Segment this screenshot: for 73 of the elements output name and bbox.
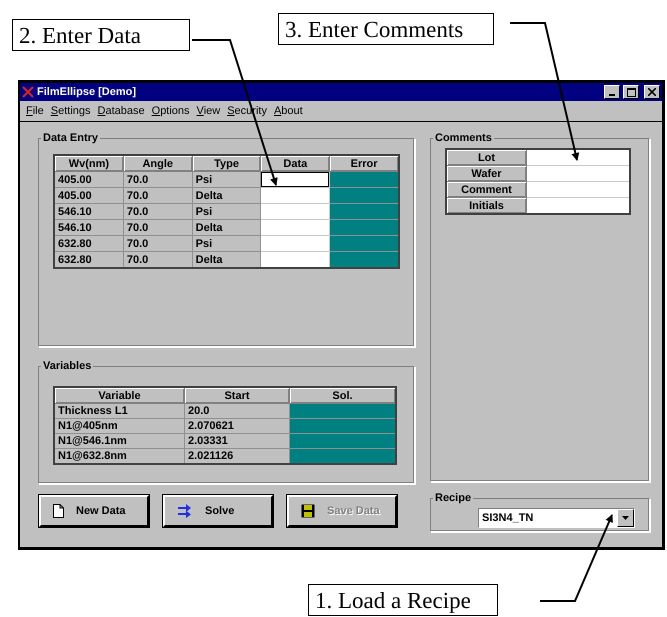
arrows-icon <box>177 504 193 518</box>
table-cell: Psi <box>192 236 261 252</box>
table-cell: 2.03331 <box>184 434 290 448</box>
error-cell <box>330 204 399 220</box>
dropdown-button[interactable] <box>617 509 634 527</box>
window-title: FilmEllipse [Demo] <box>37 86 138 98</box>
column-header: Error <box>330 155 399 172</box>
table-cell: Psi <box>192 204 261 220</box>
table-cell: Delta <box>192 188 261 204</box>
table-cell: Thickness L1 <box>54 404 184 418</box>
error-cell <box>330 220 399 236</box>
maximize-icon <box>626 88 636 96</box>
menu-item[interactable]: View <box>196 105 220 117</box>
floppy-icon <box>301 504 315 518</box>
column-header: Sol. <box>290 387 396 404</box>
group-title: Recipe <box>434 492 472 504</box>
group-title: Data Entry <box>42 132 100 144</box>
table-cell: 70.0 <box>123 204 192 220</box>
new-button[interactable]: New Data <box>39 495 149 527</box>
column-header: Variable <box>54 387 184 404</box>
column-header: Start <box>184 387 290 404</box>
close-icon <box>648 88 656 96</box>
annotation-label: 2. Enter Data <box>12 19 190 51</box>
data-field[interactable] <box>261 172 330 187</box>
table-cell: 632.80 <box>54 236 124 252</box>
caret-icon <box>622 516 629 520</box>
table-cell: N1@632.8nm <box>54 448 184 464</box>
app-icon <box>22 86 34 98</box>
group-title: Comments <box>434 132 493 144</box>
field-label: Lot <box>446 149 526 166</box>
table-cell: Delta <box>192 220 261 236</box>
column-header: Angle <box>123 155 192 172</box>
group-title: Variables <box>42 360 92 372</box>
table-cell: 405.00 <box>54 172 124 188</box>
error-cell <box>330 236 399 252</box>
error-cell <box>330 188 399 204</box>
field-label: Initials <box>446 198 526 214</box>
field-label: Wafer <box>446 166 526 182</box>
table-cell: 70.0 <box>123 236 192 252</box>
table-cell: 70.0 <box>123 188 192 204</box>
page-icon <box>53 504 64 518</box>
table-cell: N1@546.1nm <box>54 434 184 448</box>
maximize-button[interactable] <box>623 85 639 99</box>
table-cell: Psi <box>192 172 261 188</box>
table-cell: 2.021126 <box>184 448 290 464</box>
error-cell <box>330 172 399 188</box>
annotation-label: 1. Load a Recipe <box>308 584 498 616</box>
menu-item[interactable]: Options <box>152 105 190 117</box>
solve-button[interactable]: Solve <box>163 495 273 527</box>
minimize-button[interactable] <box>604 85 620 99</box>
error-cell <box>330 252 399 268</box>
column-header: Wv(nm) <box>54 155 124 172</box>
menu-item[interactable]: Database <box>98 105 145 117</box>
field-label: Comment <box>446 182 526 198</box>
table-cell: Delta <box>192 252 261 268</box>
table-cell: 546.10 <box>54 220 124 236</box>
menu-item[interactable]: About <box>274 105 303 117</box>
table-cell: 632.80 <box>54 252 124 268</box>
table-cell: 2.070621 <box>184 418 290 434</box>
annotation-label: 3. Enter Comments <box>278 13 494 45</box>
table-cell: 70.0 <box>123 220 192 236</box>
table-cell: 405.00 <box>54 188 124 204</box>
menu-item[interactable]: File <box>26 105 44 117</box>
table-cell: 20.0 <box>184 404 290 418</box>
recipe-dropdown[interactable]: SI3N4_TN <box>478 508 635 528</box>
table-cell: 70.0 <box>123 172 192 188</box>
column-header: Data <box>260 155 330 172</box>
menu-item[interactable]: Settings <box>50 105 91 117</box>
table-cell: 70.0 <box>123 252 192 268</box>
table-cell: 546.10 <box>54 204 124 220</box>
close-button[interactable] <box>644 85 660 99</box>
column-header: Type <box>192 155 261 172</box>
table-cell: N1@405nm <box>54 418 184 434</box>
